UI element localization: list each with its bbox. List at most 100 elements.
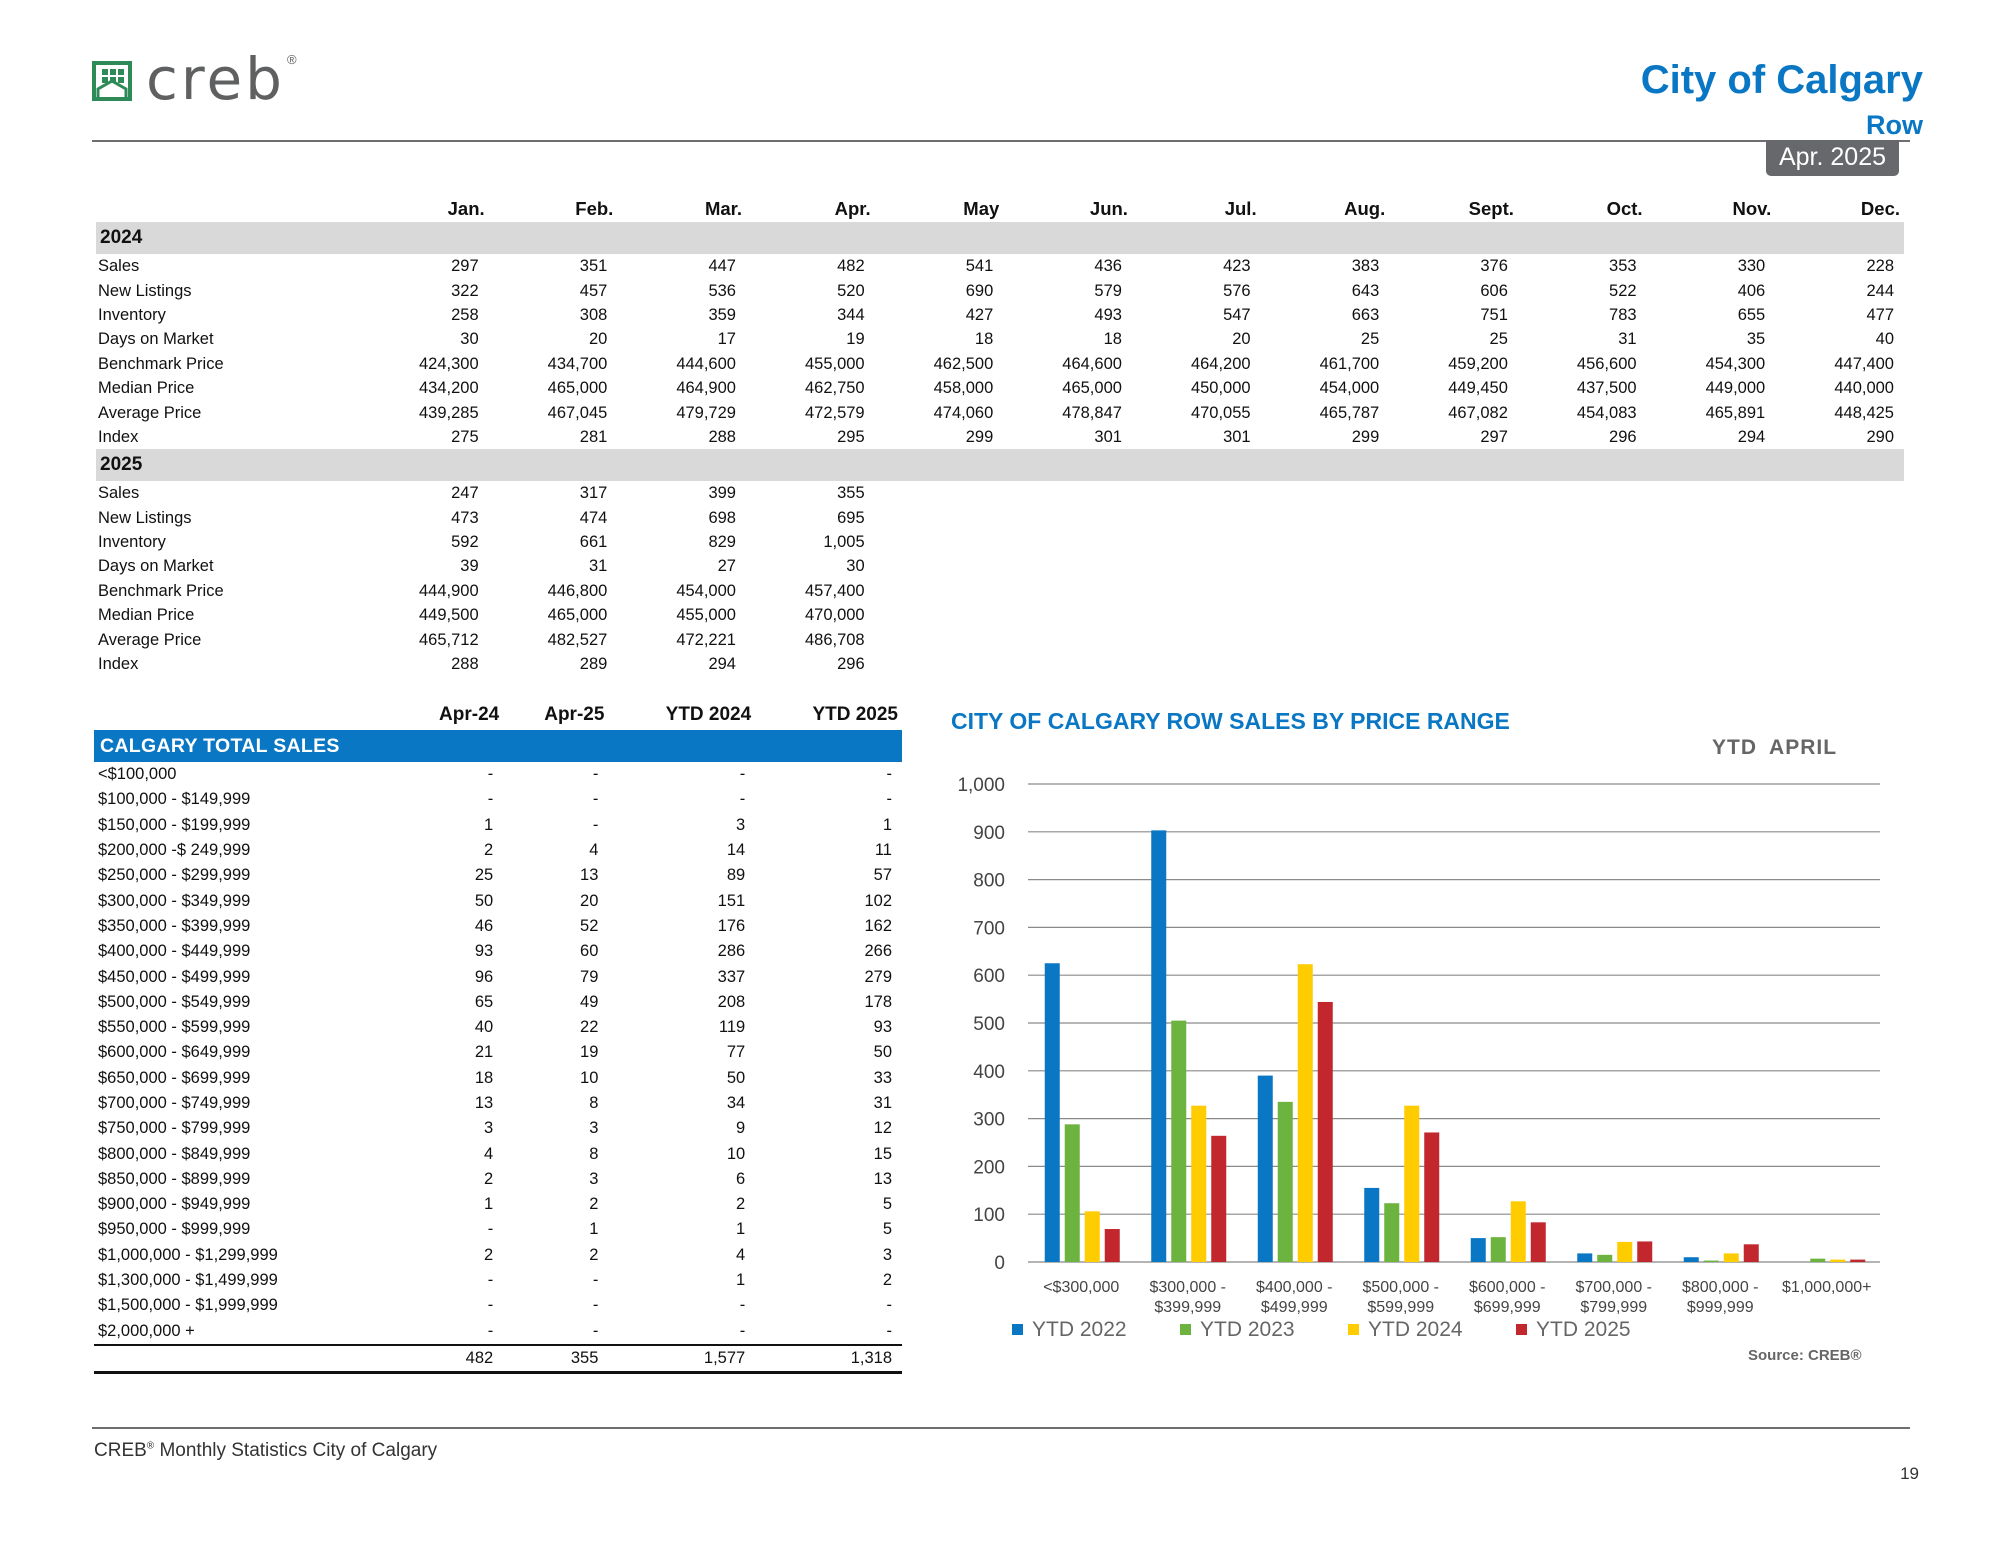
metric-value: 449,000 xyxy=(1705,379,1766,398)
x-tick-label: $399,999 xyxy=(1154,1299,1221,1316)
metric-value xyxy=(1261,652,1390,676)
metric-value xyxy=(1775,627,1904,651)
month-header-row: Jan. Feb. Mar. Apr. May Jun. Jul. Aug. Sept. Oct.… xyxy=(96,196,1904,222)
metric-label: New Listings xyxy=(98,281,192,300)
sales-count: 15 xyxy=(873,1144,892,1163)
sales-count: 1 xyxy=(484,815,494,834)
table-row: $850,000 - $899,999 2 3 6 13 xyxy=(94,1167,902,1192)
sales-count: 2 xyxy=(484,841,494,860)
metric-value: 296 xyxy=(837,655,865,674)
row-label-header xyxy=(96,196,360,222)
sales-count: 34 xyxy=(726,1094,746,1112)
total-value: 482 xyxy=(398,1343,504,1374)
bar xyxy=(1364,1187,1380,1262)
metric-label: Benchmark Price xyxy=(98,581,224,600)
y-tick-label: 1,000 xyxy=(957,775,1005,796)
sales-count: 8 xyxy=(589,1144,599,1163)
metric-value: 434,200 xyxy=(419,379,479,398)
total-value: 355 xyxy=(503,1343,609,1374)
metric-value: 423 xyxy=(1223,257,1251,276)
property-type-subtitle: Row xyxy=(1866,110,1923,140)
bar xyxy=(1743,1244,1759,1262)
metric-value xyxy=(1389,530,1518,554)
price-range-table: Apr-24 Apr-25 YTD 2024 YTD 2025 CALGARY TOT… xyxy=(94,700,902,1374)
footer-divider xyxy=(92,1427,1910,1429)
metric-value: 698 xyxy=(708,508,736,527)
sales-count: - xyxy=(592,1321,599,1340)
metric-value: 473 xyxy=(451,508,479,527)
metric-value xyxy=(1261,603,1390,627)
metric-value: 439,285 xyxy=(419,403,479,422)
metric-value xyxy=(1518,652,1647,676)
metric-value: 330 xyxy=(1737,257,1766,276)
table-row: Inventory 592 661 829 1,005 xyxy=(96,530,1904,554)
metric-value: 486,708 xyxy=(804,630,865,649)
metric-value: 437,500 xyxy=(1576,379,1637,398)
sales-count: - xyxy=(592,815,599,834)
sales-count: 19 xyxy=(580,1043,599,1062)
table-row: Average Price 465,712 482,527 472,221 486,70… xyxy=(96,627,1904,651)
sales-count: - xyxy=(592,790,599,809)
y-tick-label: 700 xyxy=(973,918,1005,939)
sales-count: 14 xyxy=(726,841,746,860)
metric-label: Average Price xyxy=(98,403,202,422)
metric-value: 317 xyxy=(579,484,608,503)
table-row: Benchmark Price 424,300 434,700 444,600 455,… xyxy=(96,352,1904,376)
table-row: Average Price 439,285 467,045 479,729 472,57… xyxy=(96,400,1904,424)
sales-count: - xyxy=(886,765,893,784)
metric-value: 289 xyxy=(579,655,608,674)
metric-value: 455,000 xyxy=(676,606,736,625)
metric-value: 663 xyxy=(1351,305,1380,324)
metric-value: 643 xyxy=(1351,281,1380,300)
metric-value: 359 xyxy=(708,305,736,324)
month-header: Nov. xyxy=(1732,198,1772,219)
price-range-header-row: Apr-24 Apr-25 YTD 2024 YTD 2025 xyxy=(94,700,902,730)
metric-value xyxy=(1003,579,1132,603)
metric-value xyxy=(1518,481,1647,505)
sales-count: - xyxy=(592,1296,599,1315)
metric-value xyxy=(1132,579,1261,603)
footer-brand: CREB xyxy=(94,1440,147,1461)
bar xyxy=(1597,1254,1613,1262)
bar xyxy=(1424,1132,1440,1262)
metric-value: 281 xyxy=(579,427,608,446)
metric-value: 465,712 xyxy=(419,630,479,649)
bar xyxy=(1617,1241,1633,1262)
metric-value xyxy=(1132,554,1261,578)
price-range-label: $1,300,000 - $1,499,999 xyxy=(98,1271,278,1290)
metric-value: 457 xyxy=(579,281,608,300)
metric-value: 399 xyxy=(708,484,736,503)
metric-value xyxy=(875,554,1004,578)
month-header: Mar. xyxy=(704,198,742,219)
metric-value: 482 xyxy=(837,257,865,276)
metric-value: 592 xyxy=(451,533,479,552)
metric-value: 661 xyxy=(579,533,608,552)
header-divider xyxy=(92,140,1910,142)
metric-value: 454,000 xyxy=(1319,379,1380,398)
metric-value xyxy=(875,579,1004,603)
sales-count: 20 xyxy=(580,891,599,910)
metric-value: 606 xyxy=(1480,281,1508,300)
sales-count: 2 xyxy=(882,1271,892,1290)
metric-value: 470,000 xyxy=(804,606,865,625)
metric-value: 301 xyxy=(1094,427,1122,446)
metric-value: 17 xyxy=(717,330,736,349)
x-tick-label: <$300,000 xyxy=(1043,1279,1119,1296)
legend-label: YTD 2025 xyxy=(1536,1318,1631,1341)
price-range-label: $700,000 - $749,999 xyxy=(98,1094,251,1112)
x-tick-label: $300,000 - xyxy=(1149,1279,1226,1296)
metric-value: 472,221 xyxy=(676,630,736,649)
metric-value: 454,300 xyxy=(1705,354,1766,373)
sales-count: 2 xyxy=(589,1245,599,1264)
y-tick-label: 500 xyxy=(973,1014,1005,1035)
metric-value: 547 xyxy=(1223,305,1251,324)
metric-value: 461,700 xyxy=(1319,354,1380,373)
sales-count: 93 xyxy=(873,1018,892,1037)
sales-count: 4 xyxy=(589,841,599,860)
metric-value: 344 xyxy=(837,305,865,324)
metric-value: 472,579 xyxy=(804,403,865,422)
metric-value xyxy=(1132,481,1261,505)
table-row: Benchmark Price 444,900 446,800 454,000 457,… xyxy=(96,579,1904,603)
metric-label: Inventory xyxy=(98,533,166,552)
sales-count: - xyxy=(487,1271,494,1290)
